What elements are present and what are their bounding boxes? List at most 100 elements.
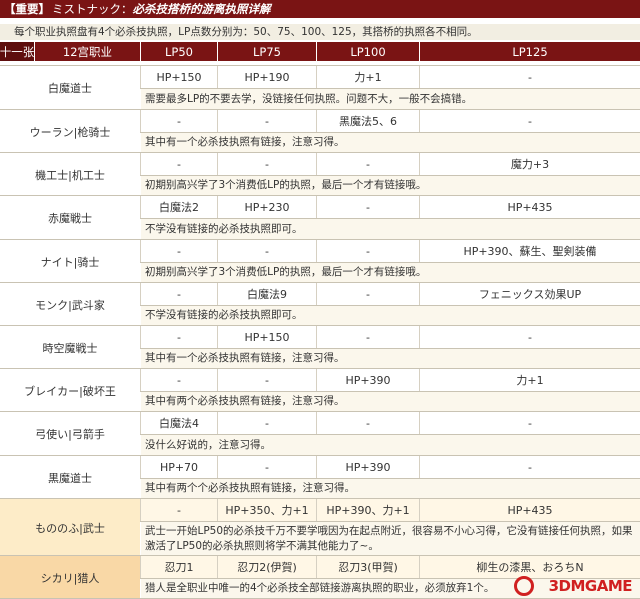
column-divider — [140, 556, 141, 578]
column-divider — [140, 283, 141, 305]
license-value-cell: - — [528, 114, 532, 128]
column-divider — [140, 499, 141, 521]
column-divider — [316, 556, 317, 578]
license-value-cell: - — [177, 244, 181, 258]
license-value-cell: - — [528, 416, 532, 430]
column-divider — [217, 456, 218, 478]
note-cell: 没什么好说的，注意习得。 — [141, 434, 640, 456]
license-value-cell: - — [177, 157, 181, 171]
column-divider — [140, 326, 141, 348]
value-divider — [140, 391, 640, 392]
value-divider — [140, 305, 640, 306]
license-value-cell: 白魔法9 — [247, 288, 287, 301]
value-divider — [140, 262, 640, 263]
license-value-cell: - — [177, 114, 181, 128]
column-divider — [316, 499, 317, 521]
license-value-cell: 忍刀3(甲賀) — [317, 556, 419, 578]
license-value-cell: HP+435 — [420, 499, 640, 521]
license-value-cell: - — [528, 70, 532, 84]
license-value-cell: - — [177, 287, 181, 301]
column-divider — [140, 153, 141, 175]
license-value-cell: - — [366, 157, 370, 171]
note-cell: 初期别高兴学了3个消费低LP的执照，最后一个才有链接哦。 — [141, 262, 640, 283]
license-value-cell: - — [265, 157, 269, 171]
job-name-cell: 機工士|机工士 — [35, 168, 105, 182]
column-divider — [419, 283, 420, 305]
job-name-cell: もののふ|武士 — [0, 499, 140, 556]
license-value-cell: - — [366, 287, 370, 301]
job-name-cell: 黒魔道士 — [48, 471, 92, 485]
column-divider — [140, 240, 141, 262]
note-cell: 其中有一个必杀技执照有链接，注意习得。 — [141, 348, 640, 369]
column-divider — [419, 110, 420, 132]
column-divider — [316, 66, 317, 88]
license-value-cell: HP+230 — [244, 200, 290, 214]
column-divider — [316, 369, 317, 391]
license-table: 十一张 12宫职业 LP50 LP75 LP100 LP125 白魔道士 HP+150 HP+1… — [0, 0, 640, 599]
column-header: LP100 — [317, 42, 419, 61]
license-value-cell: - — [265, 416, 269, 430]
license-value-cell: - — [141, 499, 217, 521]
license-value-cell: - — [177, 330, 181, 344]
table-top-border — [0, 65, 640, 66]
note-cell: 武士一开始LP50的必杀技千万不要学哦因为在起点附近，很容易不小心习得，它没有链… — [141, 521, 640, 556]
license-value-cell: - — [366, 416, 370, 430]
license-value-cell: - — [528, 460, 532, 474]
value-divider — [140, 88, 640, 89]
column-divider — [316, 326, 317, 348]
watermark: 3DMGAME — [548, 577, 633, 595]
column-divider — [419, 326, 420, 348]
license-value-cell: HP+150 — [156, 70, 202, 84]
job-name-cell: ブレイカー|破坏王 — [24, 384, 116, 398]
license-value-cell: HP+390 — [345, 373, 391, 387]
column-divider — [316, 240, 317, 262]
column-divider — [140, 456, 141, 478]
note-cell: 初期别高兴学了3个消费低LP的执照，最后一个才有链接哦。 — [141, 175, 640, 196]
side-label: 十一张 — [0, 42, 34, 61]
license-value-cell: HP+390、力+1 — [317, 499, 419, 521]
column-divider — [419, 153, 420, 175]
job-name-cell: シカリ|猎人 — [0, 556, 140, 599]
column-divider — [217, 412, 218, 434]
column-divider — [419, 196, 420, 218]
job-name-cell: 白魔道士 — [48, 82, 92, 95]
license-value-cell: HP+390 — [345, 460, 391, 474]
job-name-cell: 時空魔戦士 — [42, 341, 98, 355]
license-value-cell: - — [265, 244, 269, 258]
license-value-cell: 白魔法2 — [159, 201, 199, 214]
column-divider — [140, 66, 141, 88]
value-divider — [140, 218, 640, 219]
note-cell: 不学没有链接的必杀技执照即可。 — [141, 218, 640, 240]
license-value-cell: 忍刀2(伊賀) — [218, 556, 316, 578]
value-divider — [140, 132, 640, 133]
column-header: LP50 — [141, 42, 217, 61]
license-value-cell: - — [366, 244, 370, 258]
job-name-cell: モンク|武斗家 — [35, 298, 105, 312]
column-divider — [316, 110, 317, 132]
job-name-cell: ナイト|骑士 — [40, 255, 100, 269]
license-value-cell: HP+70 — [159, 460, 199, 474]
note-cell: 其中有两个必杀技执照有链接，注意习得。 — [141, 391, 640, 412]
license-value-cell: HP+150 — [244, 330, 290, 344]
value-divider — [140, 434, 640, 435]
column-header: 12宫职业 — [35, 42, 140, 61]
column-divider — [316, 412, 317, 434]
license-value-cell: フェニックス効果UP — [478, 288, 582, 301]
column-divider — [217, 499, 218, 521]
column-divider — [217, 369, 218, 391]
column-divider — [419, 412, 420, 434]
license-value-cell: 柳生の漆黒、おろちN — [420, 556, 640, 578]
license-value-cell: - — [528, 330, 532, 344]
value-divider — [140, 175, 640, 176]
watermark-logo-icon — [514, 576, 534, 596]
column-divider — [316, 196, 317, 218]
license-value-cell: - — [177, 373, 181, 387]
license-value-cell: 白魔法4 — [159, 417, 199, 430]
note-cell: 其中有两个个必杀技执照有链接，注意习得。 — [141, 478, 640, 499]
column-divider — [217, 240, 218, 262]
note-cell: 不学没有链接的必杀技执照即可。 — [141, 305, 640, 326]
note-cell: 其中有一个必杀技执照有链接，注意习得。 — [141, 132, 640, 153]
column-header: LP125 — [420, 42, 640, 61]
column-divider — [217, 196, 218, 218]
license-value-cell: 魔力+3 — [510, 158, 550, 171]
